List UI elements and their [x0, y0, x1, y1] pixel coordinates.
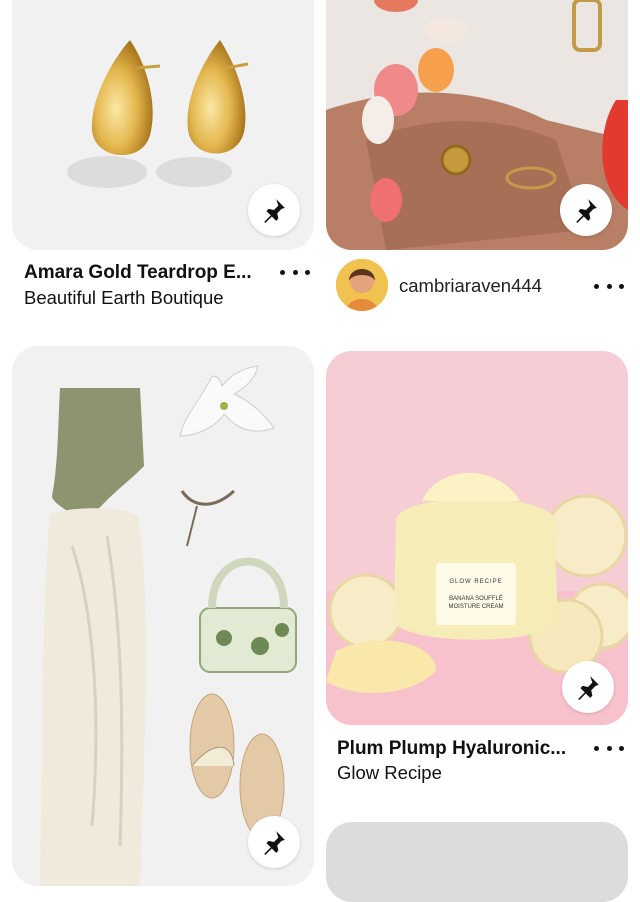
save-pin-button[interactable] [560, 184, 612, 236]
avatar[interactable] [336, 259, 388, 311]
pin-title[interactable]: Plum Plump Hyaluronic... [337, 738, 566, 760]
username[interactable]: cambriaraven444 [399, 275, 542, 297]
profile-photo [336, 259, 388, 311]
pin-title[interactable]: Amara Gold Teardrop E... [24, 262, 252, 284]
more-options-button[interactable] [594, 740, 624, 756]
save-pin-button[interactable] [248, 816, 300, 868]
pushpin-icon [576, 199, 597, 223]
jar-brand-label: GLOW RECIPE [449, 579, 503, 585]
outfit-illustration [40, 365, 297, 886]
pin-image-gold-earrings[interactable] [12, 0, 314, 250]
pin-image-outfit[interactable] [12, 346, 314, 886]
pushpin-icon [264, 199, 285, 223]
pushpin-icon [264, 831, 285, 855]
save-pin-button[interactable] [248, 184, 300, 236]
pin-image-next[interactable] [326, 822, 628, 902]
more-options-button[interactable] [594, 278, 624, 294]
jar-product-label: BANANA SOUFFLÉ MOISTURE CREAM [448, 596, 504, 610]
pushpin-icon [578, 676, 599, 700]
pin-image-moisture-cream[interactable]: GLOW RECIPE BANANA SOUFFLÉ MOISTURE CREA… [326, 351, 628, 725]
pin-image-nails[interactable] [326, 0, 628, 250]
save-pin-button[interactable] [562, 661, 614, 713]
more-options-button[interactable] [280, 264, 310, 280]
pin-subtitle[interactable]: Glow Recipe [337, 762, 442, 784]
pin-subtitle[interactable]: Beautiful Earth Boutique [24, 287, 224, 309]
